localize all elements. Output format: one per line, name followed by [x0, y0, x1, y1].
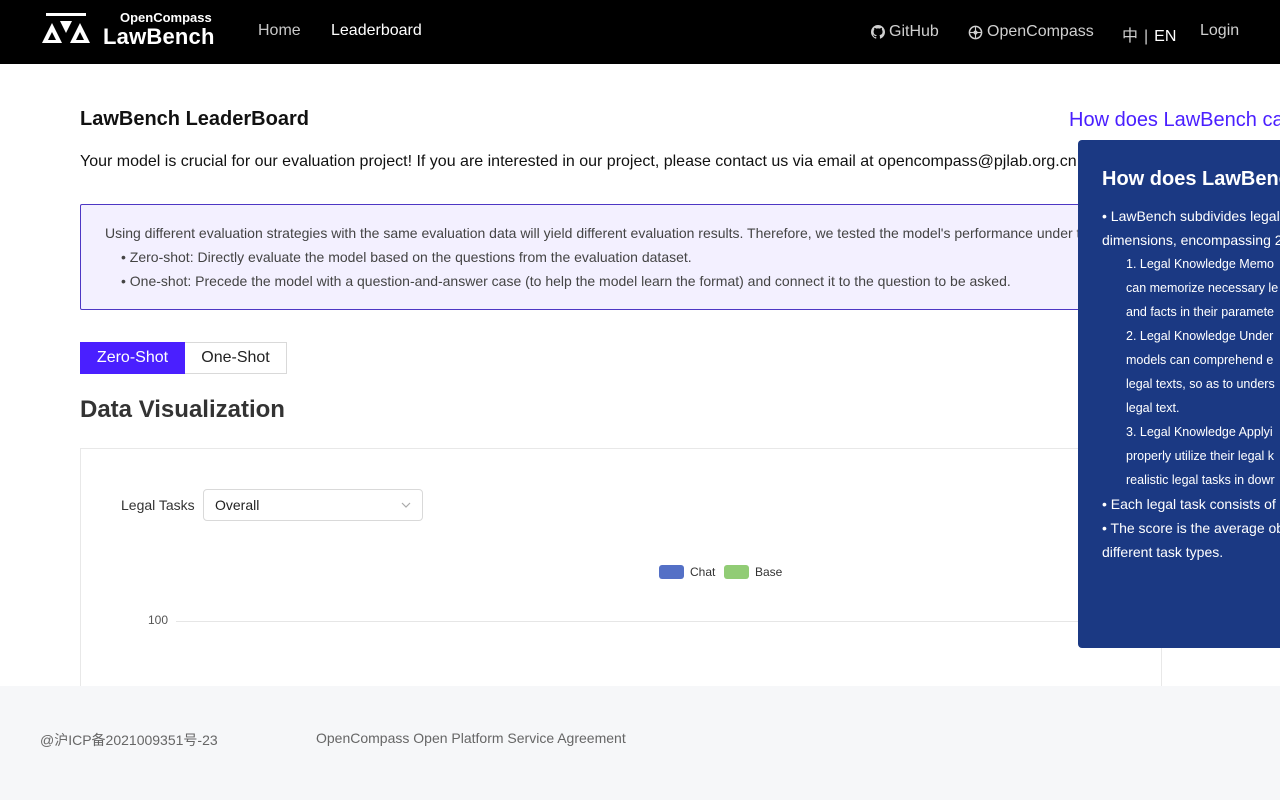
- logo-subtitle: OpenCompass: [120, 10, 212, 25]
- scales-logo-icon: [42, 13, 90, 43]
- legend-base-swatch: [724, 565, 749, 579]
- y-axis-tick: 100: [148, 613, 169, 627]
- panel-line: dimensions, encompassing 2: [1102, 232, 1280, 248]
- legend-base[interactable]: Base: [724, 565, 782, 579]
- top-navbar: OpenCompass LawBench Home Leaderboard Gi…: [0, 0, 1280, 64]
- panel-line: properly utilize their legal k: [1126, 449, 1274, 463]
- logo-title: LawBench: [103, 24, 215, 49]
- panel-line: • LawBench subdivides legal: [1102, 208, 1280, 224]
- legend-chat[interactable]: Chat: [659, 565, 715, 579]
- legend-chat-swatch: [659, 565, 684, 579]
- chart-gridline: [176, 621, 1161, 622]
- legal-tasks-value: Overall: [215, 497, 260, 513]
- github-label: GitHub: [889, 23, 939, 40]
- opencompass-label: OpenCompass: [987, 23, 1094, 40]
- nav-home[interactable]: Home: [258, 22, 301, 40]
- language-switch: 中 | EN: [1122, 22, 1176, 46]
- notice-one-shot: • One-shot: Precede the model with a que…: [121, 273, 1011, 289]
- chart-card: Legal Tasks Overall Chat Base 100: [80, 448, 1162, 710]
- service-agreement-link[interactable]: OpenCompass Open Platform Service Agreem…: [316, 730, 626, 746]
- panel-line: models can comprehend e: [1126, 353, 1274, 367]
- panel-line: legal text.: [1126, 401, 1180, 415]
- opencompass-icon: [968, 25, 983, 39]
- legal-tasks-label: Legal Tasks: [121, 497, 195, 513]
- notice-zero-shot: • Zero-shot: Directly evaluate the model…: [121, 249, 692, 265]
- panel-line: and facts in their paramete: [1126, 305, 1274, 319]
- footer: @沪ICP备2021009351号-23 OpenCompass Open Pl…: [0, 686, 1280, 800]
- login-link[interactable]: Login: [1200, 22, 1239, 40]
- info-panel: How does LawBenc • LawBench subdivides l…: [1078, 140, 1280, 648]
- shot-tabs: Zero-Shot One-Shot: [80, 342, 287, 374]
- panel-title: How does LawBenc: [1102, 168, 1280, 190]
- notice-line: Using different evaluation strategies wi…: [105, 225, 1081, 241]
- legend-chat-label: Chat: [690, 565, 716, 579]
- github-icon: [871, 25, 885, 39]
- legal-tasks-select[interactable]: Overall: [203, 489, 423, 521]
- tab-one-shot[interactable]: One-Shot: [185, 342, 287, 374]
- tab-zero-shot[interactable]: Zero-Shot: [80, 342, 185, 374]
- panel-line: realistic legal tasks in dowr: [1126, 473, 1275, 487]
- data-visualization-title: Data Visualization: [80, 396, 285, 423]
- panel-line: 3. Legal Knowledge Applyi: [1126, 425, 1273, 439]
- panel-line: legal texts, so as to unders: [1126, 377, 1275, 391]
- panel-line: • Each legal task consists of: [1102, 496, 1276, 512]
- panel-line: 2. Legal Knowledge Under: [1126, 329, 1274, 343]
- lang-zh[interactable]: 中: [1122, 28, 1138, 45]
- panel-line: can memorize necessary le: [1126, 281, 1279, 295]
- panel-line: • The score is the average ob: [1102, 520, 1280, 536]
- logo[interactable]: OpenCompass LawBench: [40, 10, 220, 54]
- github-link[interactable]: GitHub: [871, 23, 939, 41]
- lang-separator: |: [1144, 28, 1149, 45]
- contact-text: Your model is crucial for our evaluation…: [80, 153, 1077, 170]
- nav-leaderboard[interactable]: Leaderboard: [331, 22, 422, 40]
- legend-base-label: Base: [755, 565, 783, 579]
- evaluation-notice: Using different evaluation strategies wi…: [80, 204, 1142, 310]
- chevron-down-icon: [401, 502, 411, 508]
- icp-record[interactable]: @沪ICP备2021009351号-23: [40, 730, 218, 750]
- how-does-lawbench-link[interactable]: How does LawBench ca: [1069, 109, 1280, 132]
- lang-en[interactable]: EN: [1154, 28, 1176, 45]
- panel-line: different task types.: [1102, 544, 1224, 560]
- opencompass-link[interactable]: OpenCompass: [968, 23, 1094, 41]
- panel-line: 1. Legal Knowledge Memo: [1126, 257, 1275, 271]
- page-title: LawBench LeaderBoard: [80, 108, 309, 130]
